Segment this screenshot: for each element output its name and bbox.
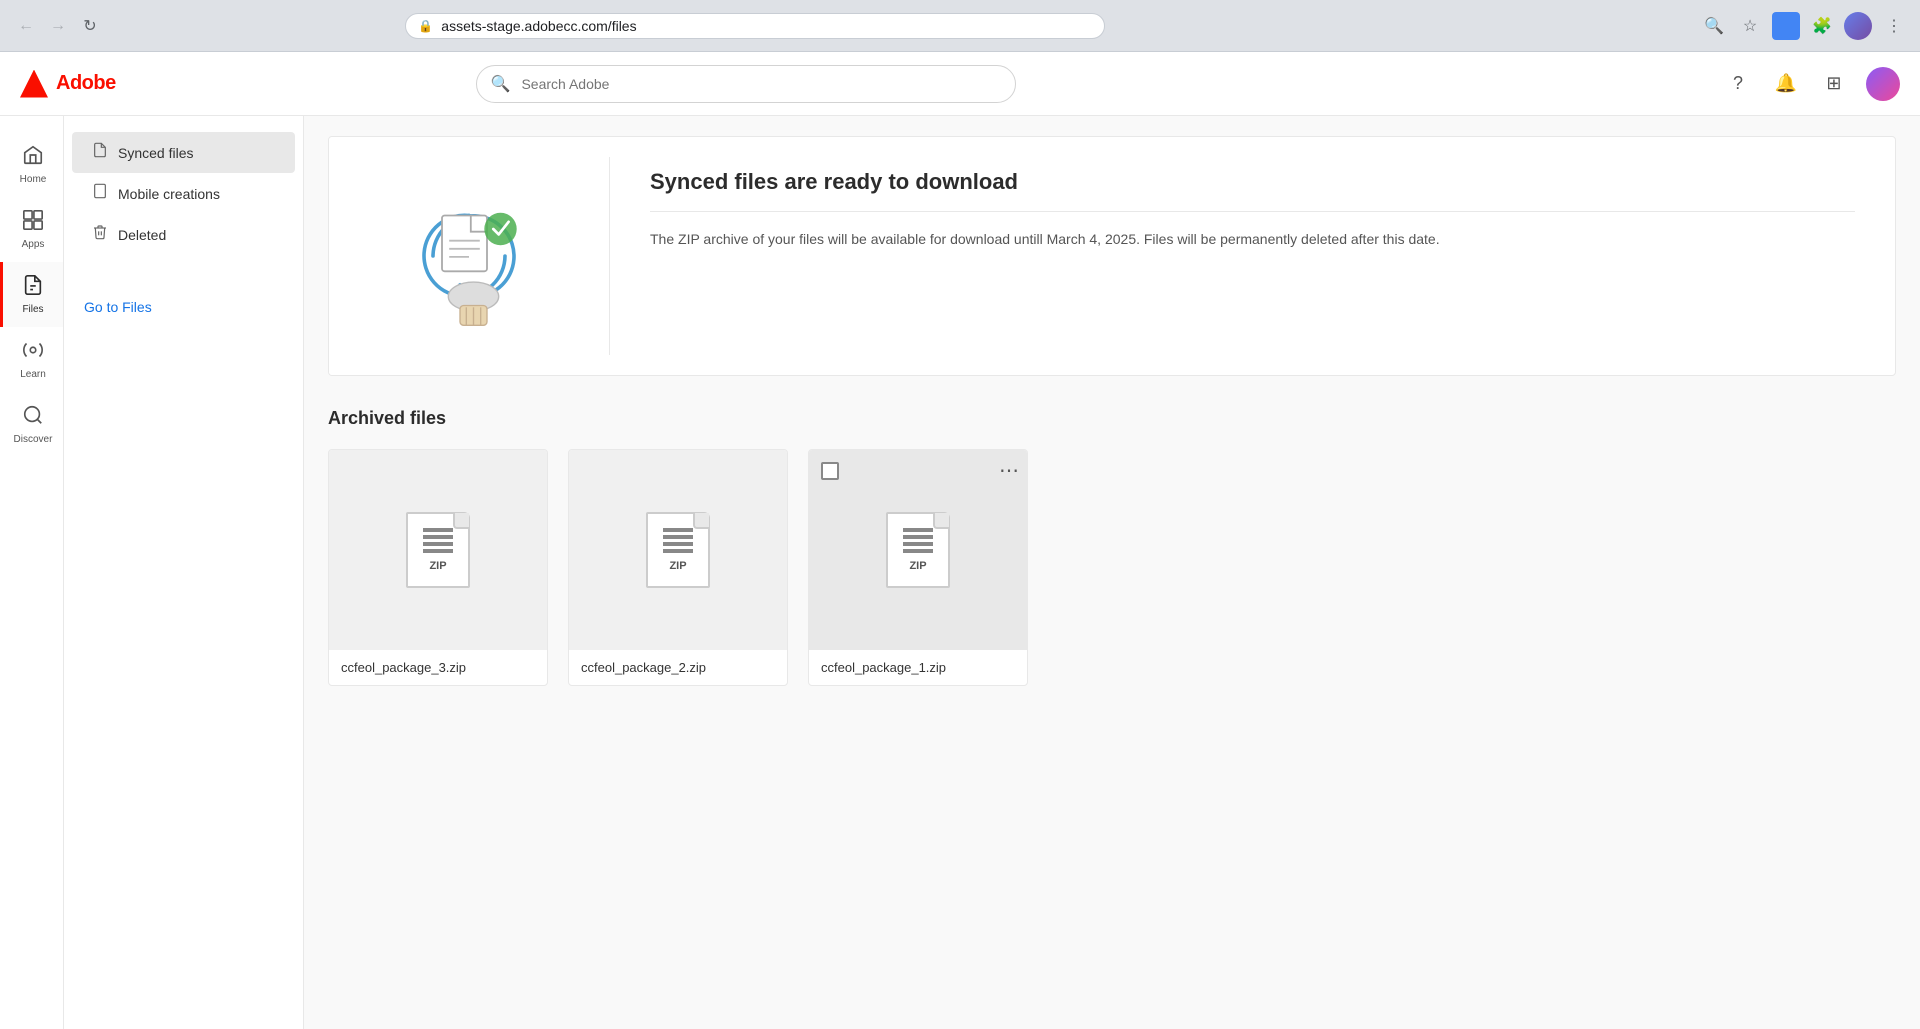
archived-section: Archived files [328,408,1896,686]
mobile-creations-label: Mobile creations [118,186,220,202]
search-bar[interactable]: 🔍 [476,65,1016,103]
notifications-button[interactable]: 🔔 [1770,68,1802,100]
sidebar-item-discover-label: Discover [14,434,53,445]
browser-nav-buttons: ← → ↻ [12,12,104,40]
mobile-creations-icon [92,183,108,204]
banner-description: The ZIP archive of your files will be av… [650,228,1855,250]
lock-icon: 🔒 [418,19,433,33]
adobe-wordmark: Adobe [56,72,116,95]
files-icon [22,274,44,300]
header-right: ? 🔔 ⊞ [1722,67,1900,101]
file-card-pkg2[interactable]: ZIP ccfeol_package_2.zip [568,449,788,686]
main-layout: Home Apps [0,116,1920,1029]
browser-menu-button[interactable]: ⋮ [1880,12,1908,40]
help-button[interactable]: ? [1722,68,1754,100]
file-card-pkg1[interactable]: ZIP ⋯ ccfeol_package_1.zip [808,449,1028,686]
archived-section-title: Archived files [328,408,1896,429]
sidebar-item-home[interactable]: Home [0,132,63,197]
search-icon: 🔍 [490,74,510,94]
zip-icon-pkg3: ZIP [398,505,478,595]
top-header: Adobe 🔍 ? 🔔 ⊞ [0,52,1920,116]
synced-files-icon [92,142,108,163]
file-card-thumb-pkg2: ZIP [569,450,787,650]
browser-profile-avatar[interactable] [1844,12,1872,40]
banner-title: Synced files are ready to download [650,169,1855,212]
files-grid: ZIP ccfeol_package_3.zip [328,449,1896,686]
adobe-logo-icon [20,70,48,98]
file-card-name-pkg3: ccfeol_package_3.zip [329,650,547,685]
go-to-files-link[interactable]: Go to Files [64,279,303,335]
file-card-thumb-pkg1: ZIP ⋯ [809,450,1027,650]
sidebar-item-files[interactable]: Files [0,262,63,327]
apps-grid-button[interactable]: ⊞ [1818,68,1850,100]
zip-icon-pkg2: ZIP [638,505,718,595]
browser-right-icons: 🔍 ☆ 🧩 ⋮ [1700,12,1908,40]
icon-sidebar: Home Apps [0,116,64,1029]
banner-content: Synced files are ready to download The Z… [610,137,1895,375]
home-icon [22,144,44,170]
adobe-logo[interactable]: Adobe [20,70,116,98]
nav-deleted[interactable]: Deleted [72,214,295,255]
zoom-button[interactable]: 🔍 [1700,12,1728,40]
nav-synced-files[interactable]: Synced files [72,132,295,173]
deleted-label: Deleted [118,227,166,243]
zip-label-pkg3: ZIP [429,560,446,572]
forward-button[interactable]: → [44,12,72,40]
sidebar-item-files-label: Files [22,304,43,315]
zip-label-pkg2: ZIP [669,560,686,572]
learn-icon [22,339,44,365]
sidebar-item-learn[interactable]: Learn [0,327,63,392]
reload-button[interactable]: ↻ [76,12,104,40]
extension-icon[interactable] [1772,12,1800,40]
sidebar-item-home-label: Home [20,174,47,185]
main-content: Synced files are ready to download The Z… [304,116,1920,1029]
back-button[interactable]: ← [12,12,40,40]
browser-chrome: ← → ↻ 🔒 assets-stage.adobecc.com/files 🔍… [0,0,1920,52]
file-card-name-pkg2: ccfeol_package_2.zip [569,650,787,685]
search-input[interactable] [476,65,1016,103]
bookmark-button[interactable]: ☆ [1736,12,1764,40]
synced-files-label: Synced files [118,145,193,161]
file-card-checkbox-pkg1[interactable] [821,462,839,480]
file-card-thumb-pkg3: ZIP [329,450,547,650]
url-text: assets-stage.adobecc.com/files [441,18,636,34]
more-options-button-pkg1[interactable]: ⋯ [999,458,1019,483]
sidebar-item-apps[interactable]: Apps [0,197,63,262]
zip-icon-pkg1: ZIP [878,505,958,595]
banner-illustration [329,137,609,375]
file-card-name-pkg1: ccfeol_package_1.zip [809,650,1027,685]
synced-banner: Synced files are ready to download The Z… [328,136,1896,376]
address-bar[interactable]: 🔒 assets-stage.adobecc.com/files [405,13,1105,39]
file-card-pkg3[interactable]: ZIP ccfeol_package_3.zip [328,449,548,686]
discover-icon [22,404,44,430]
extensions-button[interactable]: 🧩 [1808,12,1836,40]
apps-icon [22,209,44,235]
sidebar-item-learn-label: Learn [20,369,46,380]
nav-mobile-creations[interactable]: Mobile creations [72,173,295,214]
sync-illustration [379,166,559,346]
app-container: Adobe 🔍 ? 🔔 ⊞ Home [0,52,1920,1029]
deleted-icon [92,224,108,245]
sidebar-item-apps-label: Apps [22,239,45,250]
file-sidebar: Synced files Mobile creations [64,116,304,1029]
zip-label-pkg1: ZIP [909,560,926,572]
user-avatar[interactable] [1866,67,1900,101]
sidebar-item-discover[interactable]: Discover [0,392,63,457]
